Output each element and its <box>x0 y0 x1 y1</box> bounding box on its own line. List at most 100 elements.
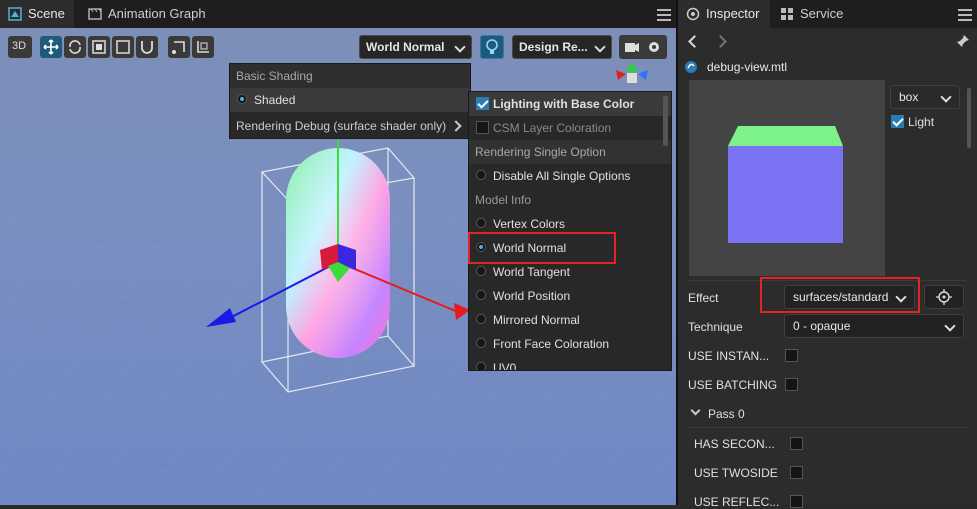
pass-0-header[interactable]: Pass 0 <box>708 407 745 421</box>
checkbox-lighting-base-color[interactable] <box>476 97 489 110</box>
use-reflection-checkbox[interactable] <box>790 495 803 508</box>
service-icon <box>781 8 793 20</box>
radio-uv0[interactable] <box>476 362 486 370</box>
tab-service[interactable]: Service <box>772 0 862 28</box>
menu-item-disable-all[interactable]: Disable All Single Options <box>469 164 671 188</box>
mode-3d-label: 3D <box>12 40 27 52</box>
menu-item-csm-layer[interactable]: CSM Layer Coloration <box>469 116 671 140</box>
use-batching-checkbox[interactable] <box>785 378 798 391</box>
model-info-label: Model Info <box>475 193 532 207</box>
locate-icon <box>936 289 952 305</box>
single-option-header-label: Rendering Single Option <box>475 145 606 159</box>
chevron-down-icon <box>454 41 466 53</box>
chevron-down-icon <box>594 41 606 53</box>
lighting-base-color-label: Lighting with Base Color <box>493 97 635 111</box>
lightbulb-icon <box>486 39 498 54</box>
resolution-value: Design Re... <box>519 40 588 54</box>
rect-tool-button[interactable] <box>112 36 134 58</box>
material-preview[interactable] <box>689 80 885 276</box>
single-option-header: Rendering Single Option <box>469 140 671 164</box>
rendering-debug-submenu: Lighting with Base Color CSM Layer Color… <box>468 91 672 371</box>
radio-disable-all[interactable] <box>476 170 486 180</box>
shaded-label: Shaded <box>254 93 296 107</box>
rotate-icon <box>69 40 81 54</box>
coordinate-button[interactable] <box>192 36 214 58</box>
use-batching-label: USE BATCHING <box>688 378 778 392</box>
forward-arrow-icon[interactable] <box>714 35 727 48</box>
scale-icon <box>92 40 106 54</box>
scene-viewport[interactable]: 3D World Normal Design Re... Basic Shadi… <box>0 28 676 505</box>
rendering-debug-label: Rendering Debug (surface shader only) <box>236 119 447 133</box>
pin-icon[interactable] <box>956 34 970 48</box>
radio-front-face[interactable] <box>476 338 486 348</box>
chevron-down-icon <box>940 91 952 103</box>
camera-settings-button[interactable] <box>619 35 667 59</box>
pass-chevron-icon[interactable] <box>690 405 701 416</box>
menu-item-world-position[interactable]: World Position <box>469 284 671 308</box>
uv0-label: UV0 <box>493 361 517 371</box>
submenu-scrollbar[interactable] <box>663 96 668 146</box>
tab-service-label: Service <box>800 6 844 21</box>
technique-value: 0 - opaque <box>793 319 851 333</box>
has-second-uv-label: HAS SECON... <box>694 437 775 451</box>
inspector-panel-menu-icon[interactable] <box>958 9 972 21</box>
chevron-down-icon <box>944 320 956 332</box>
move-tool-button[interactable] <box>40 36 62 58</box>
mode-3d-button[interactable]: 3D <box>8 36 32 58</box>
tab-animation-graph-label: Animation Graph <box>108 6 206 21</box>
coordinate-icon <box>197 41 209 53</box>
use-instancing-label: USE INSTAN... <box>688 349 770 363</box>
view-mode-dropdown[interactable]: World Normal <box>359 35 472 59</box>
file-name: debug-view.mtl <box>707 60 788 74</box>
tab-animation-graph[interactable]: Animation Graph <box>80 0 220 28</box>
radio-vertex-colors[interactable] <box>476 218 486 228</box>
pivot-button[interactable] <box>168 36 190 58</box>
orientation-gizmo[interactable] <box>612 60 652 90</box>
locate-effect-button[interactable] <box>924 285 964 309</box>
preview-shape-dropdown[interactable]: box <box>890 85 960 109</box>
front-face-label: Front Face Coloration <box>493 337 610 351</box>
tab-scene[interactable]: Scene <box>0 0 74 28</box>
highlight-world-normal <box>468 232 616 264</box>
radio-world-position[interactable] <box>476 290 486 300</box>
inspector-tab-bar: Inspector Service <box>678 0 977 28</box>
inspector-scrollbar[interactable] <box>967 88 971 148</box>
highlight-effect <box>760 277 920 313</box>
resolution-dropdown[interactable]: Design Re... <box>512 35 612 59</box>
vertex-colors-label: Vertex Colors <box>493 217 566 231</box>
menu-item-lighting-base-color[interactable]: Lighting with Base Color <box>469 92 671 116</box>
preview-shape-value: box <box>899 90 919 104</box>
technique-label: Technique <box>688 320 743 334</box>
has-second-uv-checkbox[interactable] <box>790 437 803 450</box>
basic-shading-header: Basic Shading <box>230 64 470 88</box>
snap-tool-button[interactable] <box>136 36 158 58</box>
rect-icon <box>116 40 130 54</box>
scene-panel-menu-icon[interactable] <box>657 9 671 21</box>
rotate-tool-button[interactable] <box>64 36 86 58</box>
light-checkbox[interactable] <box>891 115 904 128</box>
checkbox-csm-layer[interactable] <box>476 121 489 134</box>
tab-inspector[interactable]: Inspector <box>678 0 770 28</box>
lighting-toggle-button[interactable] <box>480 35 504 59</box>
world-tangent-label: World Tangent <box>493 265 570 279</box>
radio-mirrored-normal[interactable] <box>476 314 486 324</box>
radio-shaded[interactable] <box>237 94 247 104</box>
menu-item-rendering-debug[interactable]: Rendering Debug (surface shader only) <box>230 114 470 138</box>
back-arrow-icon[interactable] <box>688 35 701 48</box>
menu-item-uv0[interactable]: UV0 <box>469 356 671 371</box>
menu-item-shaded[interactable]: Shaded <box>230 88 470 112</box>
use-instancing-checkbox[interactable] <box>785 349 798 362</box>
radio-world-tangent[interactable] <box>476 266 486 276</box>
use-twoside-checkbox[interactable] <box>790 466 803 479</box>
menu-item-front-face[interactable]: Front Face Coloration <box>469 332 671 356</box>
use-twoside-label: USE TWOSIDE <box>694 466 778 480</box>
material-file-icon <box>685 61 697 73</box>
menu-item-mirrored-normal[interactable]: Mirrored Normal <box>469 308 671 332</box>
scene-icon <box>8 7 22 21</box>
magnet-icon <box>141 41 153 54</box>
scale-tool-button[interactable] <box>88 36 110 58</box>
pivot-icon <box>172 41 185 54</box>
technique-dropdown[interactable]: 0 - opaque <box>784 314 964 338</box>
view-mode-value: World Normal <box>366 40 445 54</box>
tab-inspector-label: Inspector <box>706 6 760 21</box>
